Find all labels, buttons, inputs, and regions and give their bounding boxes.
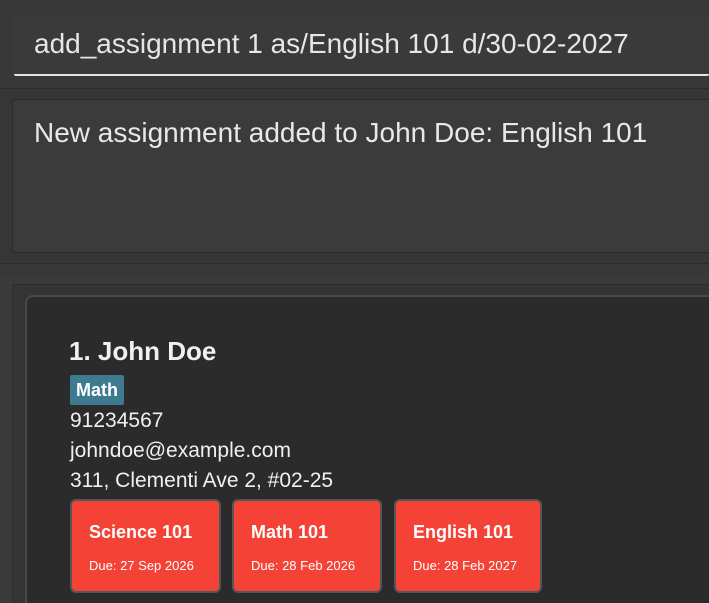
result-display[interactable]: New assignment added to John Doe: Englis…	[12, 99, 709, 253]
result-message: New assignment added to John Doe: Englis…	[34, 117, 648, 148]
command-input[interactable]	[34, 24, 694, 64]
assignment-due-date: Due: 28 Feb 2026	[251, 558, 356, 573]
assignment-due-date: Due: 27 Sep 2026	[89, 558, 194, 573]
assignment-title: English 101	[413, 522, 514, 542]
assignment-card: Math 101 Due: 28 Feb 2026	[232, 499, 382, 593]
person-list[interactable]: 1. John Doe Math 91234567 johndoe@exampl…	[12, 284, 709, 603]
person-name: 1. John Doe	[69, 336, 217, 366]
person-address: 311, Clementi Ave 2, #02-25	[70, 469, 334, 492]
address-book-window: New assignment added to John Doe: Englis…	[0, 0, 709, 603]
assignment-card: Science 101 Due: 27 Sep 2026	[70, 499, 221, 593]
person-list-container: 1. John Doe Math 91234567 johndoe@exampl…	[0, 276, 709, 603]
result-display-container: New assignment added to John Doe: Englis…	[0, 88, 709, 264]
person-tag: Math	[70, 375, 124, 405]
person-email: johndoe@example.com	[70, 439, 291, 462]
command-box	[14, 14, 709, 76]
assignment-title: Science 101	[89, 522, 193, 542]
assignment-title: Math 101	[251, 522, 329, 542]
assignment-due-date: Due: 28 Feb 2027	[413, 558, 518, 573]
person-phone: 91234567	[70, 409, 164, 432]
person-card[interactable]: 1. John Doe Math 91234567 johndoe@exampl…	[25, 295, 709, 603]
assignment-card: English 101 Due: 28 Feb 2027	[394, 499, 542, 593]
